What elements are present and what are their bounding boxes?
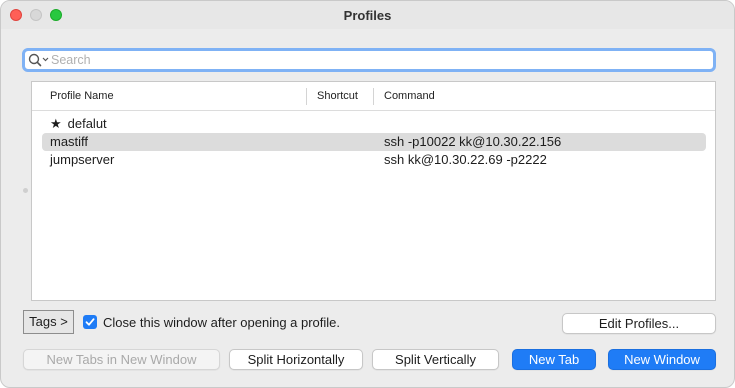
star-icon: ★ [50, 116, 62, 131]
profile-name: jumpserver [50, 152, 115, 167]
profile-name: defalut [67, 116, 107, 131]
profile-command: ssh kk@10.30.22.69 -p2222 [384, 152, 547, 167]
split-horizontally-button[interactable]: Split Horizontally [229, 349, 363, 370]
edit-profiles-button[interactable]: Edit Profiles... [562, 313, 716, 334]
profile-command: ssh -p10022 kk@10.30.22.156 [384, 134, 562, 149]
profiles-table: Profile Name Shortcut Command ★ defalut … [31, 81, 716, 301]
title-bar: Profiles [1, 1, 734, 29]
search-input[interactable] [51, 52, 701, 68]
profiles-window: Profiles Profile Name Shortcut Command ★… [0, 0, 735, 388]
table-row[interactable]: jumpserver ssh kk@10.30.22.69 -p2222 [42, 151, 706, 169]
column-divider[interactable] [373, 88, 374, 105]
table-header: Profile Name Shortcut Command [32, 82, 715, 111]
tags-button[interactable]: Tags > [23, 310, 74, 334]
close-after-open-label[interactable]: Close this window after opening a profil… [103, 315, 340, 330]
search-field[interactable] [22, 48, 716, 72]
table-row[interactable]: ★ defalut [42, 115, 706, 133]
search-icon[interactable] [27, 52, 51, 68]
window-title: Profiles [343, 8, 392, 23]
column-divider[interactable] [306, 88, 307, 105]
resize-handle[interactable] [23, 188, 28, 193]
close-after-open-checkbox[interactable] [83, 315, 97, 329]
column-header-profile-name[interactable]: Profile Name [50, 90, 114, 102]
column-header-shortcut[interactable]: Shortcut [317, 90, 358, 102]
column-header-command[interactable]: Command [384, 90, 435, 102]
checkmark-icon [85, 318, 95, 326]
profile-name: mastiff [50, 134, 89, 149]
table-row[interactable]: mastiff ssh -p10022 kk@10.30.22.156 [42, 133, 706, 151]
new-window-button[interactable]: New Window [608, 349, 716, 370]
split-vertically-button[interactable]: Split Vertically [372, 349, 499, 370]
new-tabs-in-new-window-button[interactable]: New Tabs in New Window [23, 349, 220, 370]
new-tab-button[interactable]: New Tab [512, 349, 596, 370]
